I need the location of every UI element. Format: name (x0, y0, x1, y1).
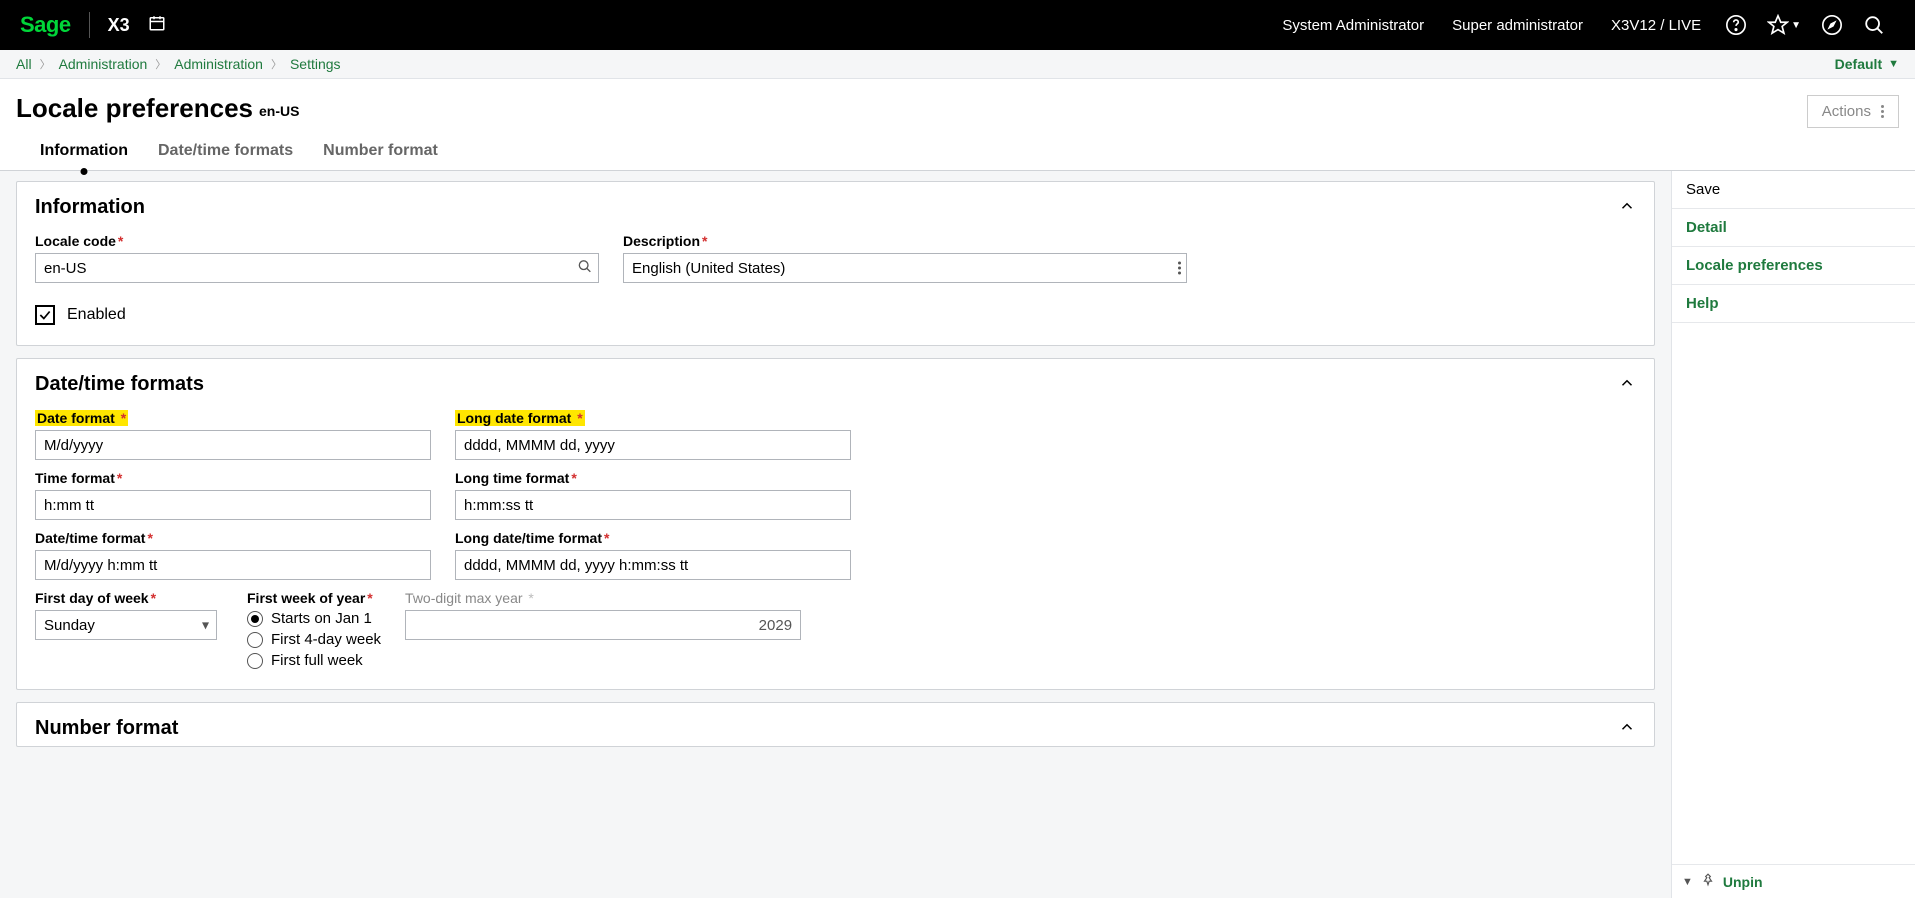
crumb-settings[interactable]: Settings (290, 56, 341, 72)
chevron-right-icon: 〉 (271, 56, 282, 72)
locale-code-input[interactable] (35, 253, 599, 283)
radio-icon (247, 611, 263, 627)
lookup-search-icon[interactable] (577, 259, 593, 278)
section-title-information: Information (35, 196, 145, 219)
date-format-input[interactable] (35, 430, 431, 460)
long-datetime-format-label: Long date/time format* (455, 530, 851, 546)
first-day-of-week-label: First day of week* (35, 590, 217, 606)
chevron-down-icon[interactable]: ▼ (1682, 876, 1693, 888)
topbar: Sage X3 System Administrator Super admin… (0, 0, 1915, 50)
right-panel-locale-preferences[interactable]: Locale preferences (1672, 247, 1915, 285)
section-title-datetime: Date/time formats (35, 373, 204, 396)
favorite-star-icon[interactable]: ▼ (1767, 14, 1801, 36)
page-subtitle: en-US (259, 103, 299, 119)
calendar-icon[interactable] (148, 14, 166, 37)
long-time-format-label: Long time format* (455, 470, 851, 486)
pin-icon[interactable] (1701, 873, 1715, 890)
sage-logo[interactable]: Sage (20, 12, 71, 38)
long-date-format-label: Long date format * (455, 410, 585, 426)
radio-first-full-week[interactable]: First full week (247, 652, 381, 669)
radio-first-4-day-week[interactable]: First 4-day week (247, 631, 381, 648)
actions-label: Actions (1822, 103, 1871, 120)
crumb-administration-1[interactable]: Administration (59, 56, 148, 72)
breadcrumb: All 〉 Administration 〉 Administration 〉 … (0, 50, 1915, 79)
help-icon[interactable] (1725, 14, 1747, 36)
date-format-label: Date format * (35, 410, 128, 426)
right-panel-save[interactable]: Save (1672, 171, 1915, 209)
more-dots-icon (1881, 105, 1884, 118)
tab-number-format[interactable]: Number format (323, 142, 438, 170)
compass-icon[interactable] (1821, 14, 1843, 36)
field-more-icon[interactable] (1178, 262, 1181, 275)
first-day-of-week-select[interactable] (35, 610, 217, 640)
right-panel: Save Detail Locale preferences Help ▼ Un… (1671, 171, 1915, 898)
chevron-right-icon: 〉 (155, 56, 166, 72)
super-admin-label[interactable]: Super administrator (1452, 17, 1583, 34)
content-area[interactable]: Information Locale code* Descripti (0, 171, 1671, 898)
tab-information[interactable]: Information (40, 142, 128, 170)
radio-icon (247, 653, 263, 669)
radio-starts-jan-1[interactable]: Starts on Jan 1 (247, 610, 381, 627)
time-format-label: Time format* (35, 470, 431, 486)
long-time-format-input[interactable] (455, 490, 851, 520)
description-label: Description* (623, 233, 1187, 249)
product-name[interactable]: X3 (108, 15, 130, 36)
two-digit-max-year-input[interactable] (405, 610, 801, 640)
right-panel-footer: ▼ Unpin (1672, 864, 1915, 898)
tab-datetime-formats[interactable]: Date/time formats (158, 142, 293, 170)
datetime-format-label: Date/time format* (35, 530, 431, 546)
environment-label[interactable]: X3V12 / LIVE (1611, 17, 1701, 34)
tab-row: Information Date/time formats Number for… (0, 128, 1915, 171)
collapse-icon[interactable] (1618, 197, 1636, 218)
long-date-format-input[interactable] (455, 430, 851, 460)
collapse-icon[interactable] (1618, 718, 1636, 739)
logo-divider (89, 12, 90, 38)
first-week-of-year-label: First week of year* (247, 590, 381, 606)
search-icon[interactable] (1863, 14, 1885, 36)
unpin-button[interactable]: Unpin (1723, 874, 1763, 890)
collapse-icon[interactable] (1618, 374, 1636, 395)
title-row: Locale preferences en-US Actions (0, 79, 1915, 128)
chevron-right-icon: 〉 (40, 56, 51, 72)
page-title: Locale preferences (16, 93, 253, 124)
chevron-down-icon[interactable]: ▼ (1888, 58, 1899, 70)
system-admin-label[interactable]: System Administrator (1282, 17, 1424, 34)
description-input[interactable] (623, 253, 1187, 283)
enabled-checkbox[interactable] (35, 305, 55, 325)
number-format-section: Number format (16, 702, 1655, 747)
datetime-format-input[interactable] (35, 550, 431, 580)
locale-code-label: Locale code* (35, 233, 599, 249)
radio-icon (247, 632, 263, 648)
long-datetime-format-input[interactable] (455, 550, 851, 580)
datetime-formats-section: Date/time formats Date format * Long dat… (16, 358, 1655, 690)
section-title-number-format: Number format (35, 717, 178, 740)
right-panel-help[interactable]: Help (1672, 285, 1915, 323)
two-digit-max-year-label: Two-digit max year * (405, 590, 801, 606)
enabled-label: Enabled (67, 306, 126, 324)
default-dropdown[interactable]: Default (1835, 56, 1882, 72)
right-panel-detail[interactable]: Detail (1672, 209, 1915, 247)
information-section: Information Locale code* Descripti (16, 181, 1655, 346)
actions-button[interactable]: Actions (1807, 95, 1899, 128)
crumb-all[interactable]: All (16, 56, 32, 72)
first-week-radio-group: Starts on Jan 1 First 4-day week First f… (247, 610, 381, 669)
time-format-input[interactable] (35, 490, 431, 520)
crumb-administration-2[interactable]: Administration (174, 56, 263, 72)
